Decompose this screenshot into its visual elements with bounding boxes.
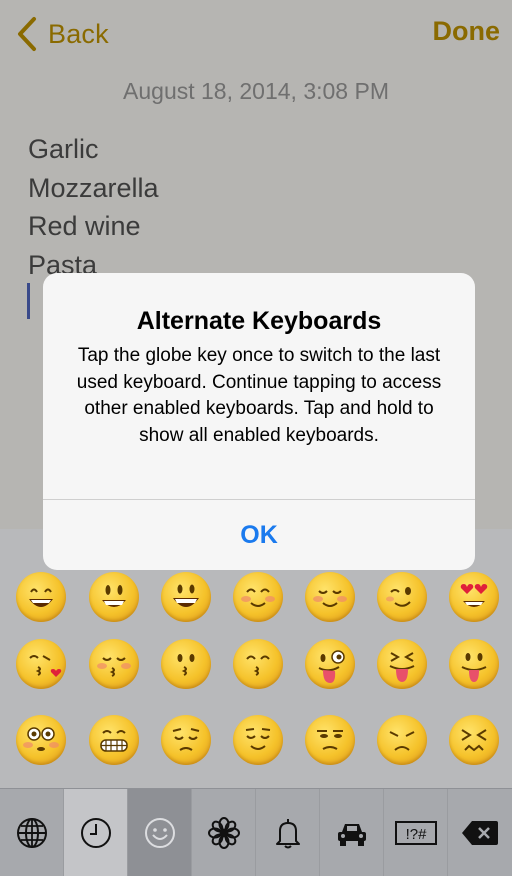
kissing-smiling-eyes-icon[interactable]	[233, 639, 283, 689]
bell-category-button[interactable]	[256, 789, 320, 876]
back-button[interactable]: Back	[16, 14, 109, 54]
note-line: Mozzarella	[28, 172, 159, 203]
kissing-icon[interactable]	[161, 639, 211, 689]
note-body[interactable]: Garlic Mozzarella Red wine Pasta	[28, 130, 159, 284]
notes-screen: Back Done August 18, 2014, 3:08 PM Garli…	[0, 0, 512, 876]
kissing-closed-eyes-icon[interactable]	[89, 639, 139, 689]
navigation-bar: Back Done	[0, 0, 512, 64]
unamused-icon[interactable]	[305, 715, 355, 765]
confounded-icon[interactable]	[449, 715, 499, 765]
back-label: Back	[48, 18, 109, 49]
done-button[interactable]: Done	[433, 16, 501, 47]
winking-tongue-icon[interactable]	[305, 639, 355, 689]
alert-title: Alternate Keyboards	[136, 307, 382, 335]
delete-button[interactable]	[448, 789, 512, 876]
grin-icon[interactable]	[161, 572, 211, 622]
relieved-icon[interactable]	[233, 715, 283, 765]
winking-icon[interactable]	[377, 572, 427, 622]
disappointed-icon[interactable]	[377, 715, 427, 765]
relaxed-icon[interactable]	[305, 572, 355, 622]
chevron-left-icon	[18, 17, 36, 51]
note-line: Garlic	[28, 134, 99, 164]
smiley-category-icon	[144, 818, 175, 848]
flushed-icon[interactable]	[16, 715, 66, 765]
bell-category-icon	[275, 819, 300, 849]
recent-category-button[interactable]	[64, 789, 128, 876]
keyboard-toolbar: !?#	[0, 788, 512, 876]
globe-button[interactable]	[0, 789, 64, 876]
flower-category-button[interactable]	[192, 789, 256, 876]
alert-message: Tap the globe key once to switch to the …	[76, 345, 442, 446]
delete-icon	[462, 821, 498, 845]
symbols-label: !?#	[405, 826, 427, 843]
kissing-heart-icon[interactable]	[16, 639, 66, 689]
ok-button[interactable]: OK	[43, 500, 475, 570]
smiley-category-button[interactable]	[128, 789, 192, 876]
text-caret	[27, 283, 30, 319]
heart-eyes-icon[interactable]	[449, 572, 499, 622]
pensive-icon[interactable]	[161, 715, 211, 765]
emoji-keyboard: !?#	[0, 529, 512, 876]
globe-icon	[16, 818, 47, 848]
grinning-icon[interactable]	[89, 572, 139, 622]
symbols-category-button[interactable]: !?#	[384, 789, 448, 876]
alternate-keyboards-alert: Alternate Keyboards Tap the globe key on…	[43, 273, 475, 570]
note-date: August 18, 2014, 3:08 PM	[123, 78, 389, 104]
squinting-tongue-icon[interactable]	[377, 639, 427, 689]
grinning-smiling-eyes-icon[interactable]	[16, 572, 66, 622]
recent-clock-icon	[80, 818, 111, 848]
smiling-blush-icon[interactable]	[233, 572, 283, 622]
car-category-button[interactable]	[320, 789, 384, 876]
car-category-icon	[337, 824, 366, 846]
tongue-out-icon[interactable]	[449, 639, 499, 689]
symbols-category-icon: !?#	[394, 821, 437, 845]
flower-category-icon	[207, 817, 240, 849]
grimacing-icon[interactable]	[89, 715, 139, 765]
note-line: Red wine	[28, 211, 141, 241]
